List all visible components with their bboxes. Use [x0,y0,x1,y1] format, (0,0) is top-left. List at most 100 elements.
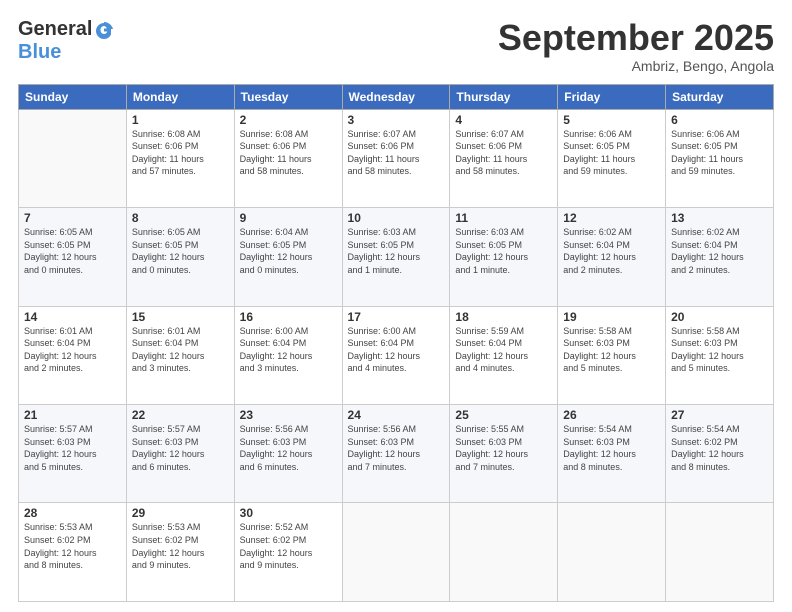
table-row [558,503,666,602]
calendar-table: Sunday Monday Tuesday Wednesday Thursday… [18,84,774,602]
day-number: 30 [240,506,337,520]
title-block: September 2025 Ambriz, Bengo, Angola [498,18,774,74]
table-row: 23Sunrise: 5:56 AMSunset: 6:03 PMDayligh… [234,405,342,503]
day-number: 10 [348,211,445,225]
day-number: 6 [671,113,768,127]
day-number: 23 [240,408,337,422]
table-row: 9Sunrise: 6:04 AMSunset: 6:05 PMDaylight… [234,208,342,306]
day-info: Sunrise: 6:05 AMSunset: 6:05 PMDaylight:… [24,226,121,276]
table-row: 29Sunrise: 5:53 AMSunset: 6:02 PMDayligh… [126,503,234,602]
table-row: 30Sunrise: 5:52 AMSunset: 6:02 PMDayligh… [234,503,342,602]
day-number: 7 [24,211,121,225]
table-row: 24Sunrise: 5:56 AMSunset: 6:03 PMDayligh… [342,405,450,503]
day-number: 18 [455,310,552,324]
day-info: Sunrise: 5:58 AMSunset: 6:03 PMDaylight:… [671,325,768,375]
day-info: Sunrise: 5:52 AMSunset: 6:02 PMDaylight:… [240,521,337,571]
day-number: 20 [671,310,768,324]
day-info: Sunrise: 5:55 AMSunset: 6:03 PMDaylight:… [455,423,552,473]
table-row: 6Sunrise: 6:06 AMSunset: 6:05 PMDaylight… [666,109,774,207]
table-row: 19Sunrise: 5:58 AMSunset: 6:03 PMDayligh… [558,306,666,404]
location: Ambriz, Bengo, Angola [498,58,774,74]
day-info: Sunrise: 6:01 AMSunset: 6:04 PMDaylight:… [24,325,121,375]
table-row: 8Sunrise: 6:05 AMSunset: 6:05 PMDaylight… [126,208,234,306]
table-row: 7Sunrise: 6:05 AMSunset: 6:05 PMDaylight… [19,208,127,306]
day-number: 22 [132,408,229,422]
calendar-week-row: 14Sunrise: 6:01 AMSunset: 6:04 PMDayligh… [19,306,774,404]
col-friday: Friday [558,84,666,109]
col-wednesday: Wednesday [342,84,450,109]
logo: General Blue [18,18,115,64]
table-row: 14Sunrise: 6:01 AMSunset: 6:04 PMDayligh… [19,306,127,404]
table-row: 10Sunrise: 6:03 AMSunset: 6:05 PMDayligh… [342,208,450,306]
table-row: 15Sunrise: 6:01 AMSunset: 6:04 PMDayligh… [126,306,234,404]
day-info: Sunrise: 5:57 AMSunset: 6:03 PMDaylight:… [132,423,229,473]
day-number: 12 [563,211,660,225]
day-info: Sunrise: 6:00 AMSunset: 6:04 PMDaylight:… [348,325,445,375]
table-row: 1Sunrise: 6:08 AMSunset: 6:06 PMDaylight… [126,109,234,207]
calendar-week-row: 21Sunrise: 5:57 AMSunset: 6:03 PMDayligh… [19,405,774,503]
table-row: 13Sunrise: 6:02 AMSunset: 6:04 PMDayligh… [666,208,774,306]
day-info: Sunrise: 6:02 AMSunset: 6:04 PMDaylight:… [671,226,768,276]
day-number: 19 [563,310,660,324]
logo-blue-text: Blue [18,41,61,63]
day-number: 11 [455,211,552,225]
table-row: 18Sunrise: 5:59 AMSunset: 6:04 PMDayligh… [450,306,558,404]
day-number: 14 [24,310,121,324]
col-monday: Monday [126,84,234,109]
table-row [19,109,127,207]
table-row: 28Sunrise: 5:53 AMSunset: 6:02 PMDayligh… [19,503,127,602]
col-tuesday: Tuesday [234,84,342,109]
day-info: Sunrise: 6:03 AMSunset: 6:05 PMDaylight:… [455,226,552,276]
calendar-week-row: 7Sunrise: 6:05 AMSunset: 6:05 PMDaylight… [19,208,774,306]
calendar-week-row: 28 Sunrise: 5:53 AMSunset: 6:02 PMDayligh… [19,503,774,602]
table-row: 2Sunrise: 6:08 AMSunset: 6:06 PMDaylight… [234,109,342,207]
table-row: 12Sunrise: 6:02 AMSunset: 6:04 PMDayligh… [558,208,666,306]
day-number: 5 [563,113,660,127]
table-row: 11Sunrise: 6:03 AMSunset: 6:05 PMDayligh… [450,208,558,306]
table-row: 3Sunrise: 6:07 AMSunset: 6:06 PMDaylight… [342,109,450,207]
day-info: Sunrise: 6:01 AMSunset: 6:04 PMDaylight:… [132,325,229,375]
day-number: 13 [671,211,768,225]
day-info: Sunrise: 5:54 AMSunset: 6:02 PMDaylight:… [671,423,768,473]
table-row: 17Sunrise: 6:00 AMSunset: 6:04 PMDayligh… [342,306,450,404]
day-info: Sunrise: 6:03 AMSunset: 6:05 PMDaylight:… [348,226,445,276]
day-info: Sunrise: 5:58 AMSunset: 6:03 PMDaylight:… [563,325,660,375]
day-number: 25 [455,408,552,422]
col-sunday: Sunday [19,84,127,109]
day-number: 27 [671,408,768,422]
month-title: September 2025 [498,18,774,58]
day-number: 1 [132,113,229,127]
day-info: Sunrise: 6:06 AMSunset: 6:05 PMDaylight:… [563,128,660,178]
day-info: Sunrise: 5:57 AMSunset: 6:03 PMDaylight:… [24,423,121,473]
day-info: Sunrise: 6:08 AMSunset: 6:06 PMDaylight:… [240,128,337,178]
table-row: 21Sunrise: 5:57 AMSunset: 6:03 PMDayligh… [19,405,127,503]
day-info: Sunrise: 6:06 AMSunset: 6:05 PMDaylight:… [671,128,768,178]
day-number: 28 [24,506,121,520]
table-row [450,503,558,602]
day-number: 24 [348,408,445,422]
day-info: Sunrise: 6:07 AMSunset: 6:06 PMDaylight:… [348,128,445,178]
day-info: Sunrise: 5:56 AMSunset: 6:03 PMDaylight:… [348,423,445,473]
day-info: Sunrise: 5:59 AMSunset: 6:04 PMDaylight:… [455,325,552,375]
day-info: Sunrise: 6:02 AMSunset: 6:04 PMDaylight:… [563,226,660,276]
day-info: Sunrise: 6:07 AMSunset: 6:06 PMDaylight:… [455,128,552,178]
calendar-header-row: Sunday Monday Tuesday Wednesday Thursday… [19,84,774,109]
col-saturday: Saturday [666,84,774,109]
table-row: 26Sunrise: 5:54 AMSunset: 6:03 PMDayligh… [558,405,666,503]
day-info: Sunrise: 6:05 AMSunset: 6:05 PMDaylight:… [132,226,229,276]
page-header: General Blue September 2025 Ambriz, Beng… [18,18,774,74]
col-thursday: Thursday [450,84,558,109]
day-number: 2 [240,113,337,127]
day-number: 9 [240,211,337,225]
day-info: Sunrise: 6:00 AMSunset: 6:04 PMDaylight:… [240,325,337,375]
day-info: Sunrise: 6:04 AMSunset: 6:05 PMDaylight:… [240,226,337,276]
day-info: Sunrise: 5:54 AMSunset: 6:03 PMDaylight:… [563,423,660,473]
table-row: 25Sunrise: 5:55 AMSunset: 6:03 PMDayligh… [450,405,558,503]
day-number: 15 [132,310,229,324]
day-number: 26 [563,408,660,422]
table-row: 27Sunrise: 5:54 AMSunset: 6:02 PMDayligh… [666,405,774,503]
day-info: Sunrise: 5:53 AMSunset: 6:02 PMDaylight:… [132,521,229,571]
day-number: 21 [24,408,121,422]
table-row: 4Sunrise: 6:07 AMSunset: 6:06 PMDaylight… [450,109,558,207]
table-row: 20Sunrise: 5:58 AMSunset: 6:03 PMDayligh… [666,306,774,404]
